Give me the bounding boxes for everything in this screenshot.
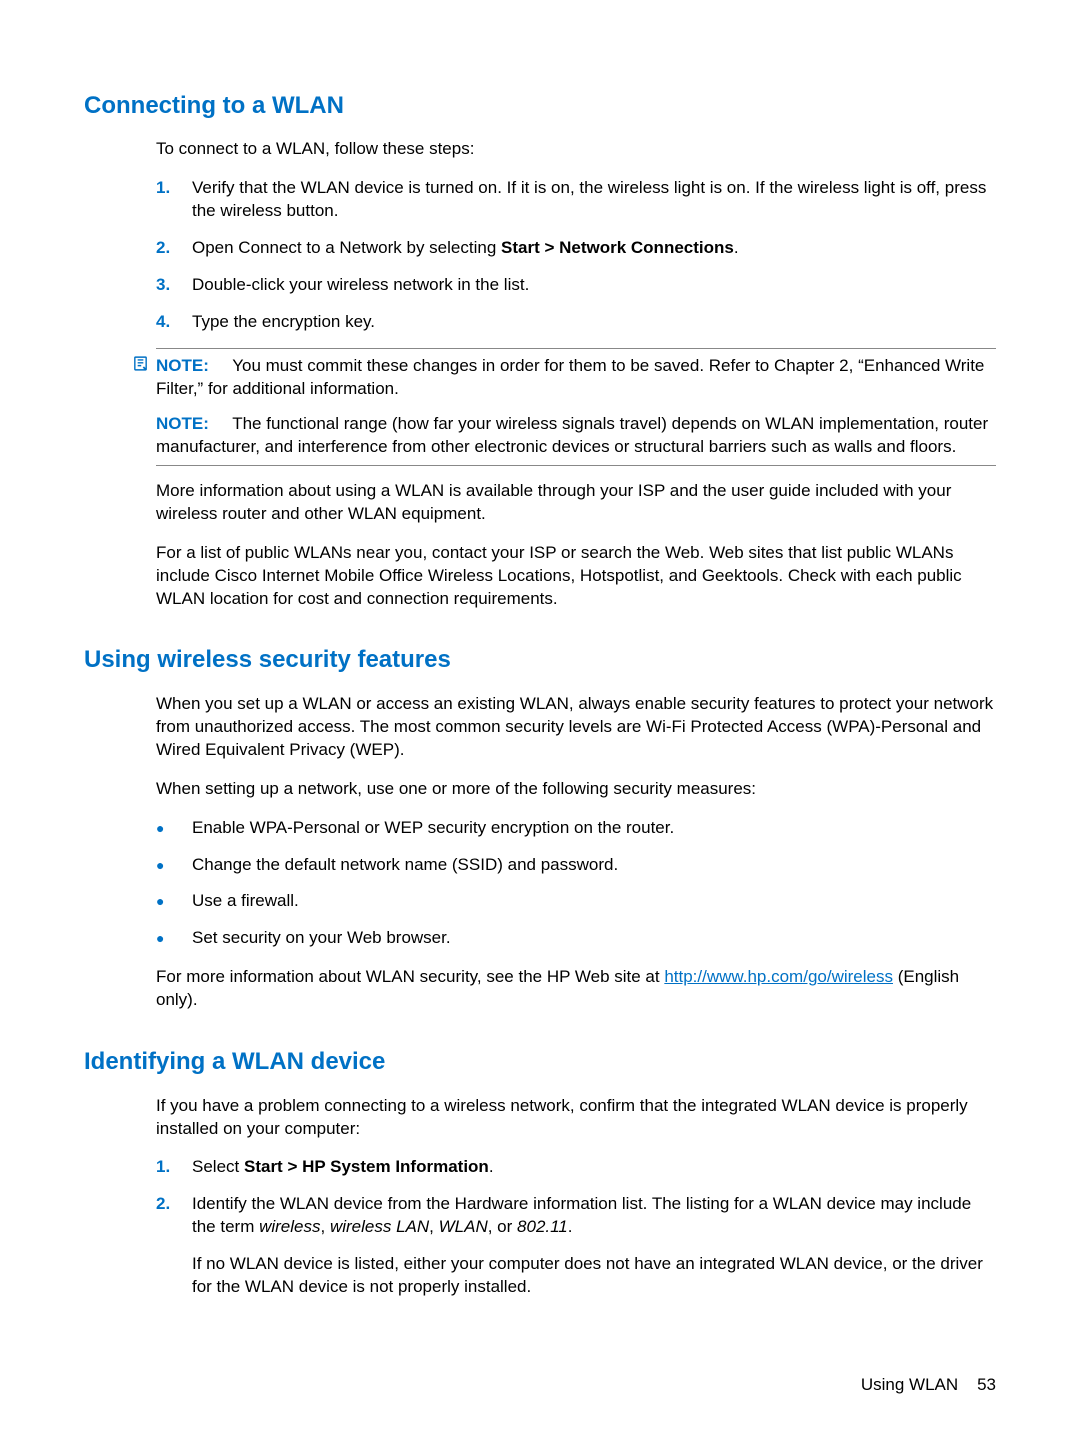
note-label: NOTE: bbox=[156, 414, 209, 433]
heading-identifying: Identifying a WLAN device bbox=[84, 1046, 996, 1078]
italic-text: wireless LAN bbox=[330, 1217, 429, 1236]
paragraph: When setting up a network, use one or mo… bbox=[156, 778, 996, 801]
intro-text: To connect to a WLAN, follow these steps… bbox=[156, 138, 996, 161]
text: . bbox=[489, 1157, 494, 1176]
bullet-text: Use a firewall. bbox=[192, 890, 996, 913]
paragraph: If no WLAN device is listed, either your… bbox=[192, 1253, 996, 1299]
note-icon bbox=[132, 355, 156, 401]
text: . bbox=[568, 1217, 573, 1236]
bold-text: Start > Network Connections bbox=[501, 238, 734, 257]
step-text: Identify the WLAN device from the Hardwa… bbox=[192, 1193, 996, 1299]
document-page: Connecting to a WLAN To connect to a WLA… bbox=[0, 0, 1080, 1437]
step-text: Open Connect to a Network by selecting S… bbox=[192, 237, 996, 260]
text: Select bbox=[192, 1157, 244, 1176]
list-item: ● Enable WPA-Personal or WEP security en… bbox=[156, 817, 996, 840]
heading-connecting: Connecting to a WLAN bbox=[84, 90, 996, 122]
list-item: 1. Verify that the WLAN device is turned… bbox=[156, 177, 996, 223]
steps-list: 1. Select Start > HP System Information.… bbox=[156, 1156, 996, 1299]
text: , or bbox=[488, 1217, 517, 1236]
step-number: 2. bbox=[156, 1193, 192, 1299]
text: , bbox=[429, 1217, 438, 1236]
list-item: ● Change the default network name (SSID)… bbox=[156, 854, 996, 877]
step-text: Type the encryption key. bbox=[192, 311, 996, 334]
note-text: You must commit these changes in order f… bbox=[156, 356, 984, 398]
step-text: Verify that the WLAN device is turned on… bbox=[192, 177, 996, 223]
bullet-text: Set security on your Web browser. bbox=[192, 927, 996, 950]
footer-text: Using WLAN bbox=[861, 1375, 958, 1394]
note-entry: NOTE: You must commit these changes in o… bbox=[156, 355, 996, 401]
section2-body: When you set up a WLAN or access an exis… bbox=[156, 693, 996, 1012]
step-number: 1. bbox=[156, 1156, 192, 1179]
step-number: 1. bbox=[156, 177, 192, 223]
note-entry: NOTE: The functional range (how far your… bbox=[156, 413, 996, 459]
bullet-text: Change the default network name (SSID) a… bbox=[192, 854, 996, 877]
paragraph: For more information about WLAN security… bbox=[156, 966, 996, 1012]
paragraph: When you set up a WLAN or access an exis… bbox=[156, 693, 996, 762]
list-item: 1. Select Start > HP System Information. bbox=[156, 1156, 996, 1179]
list-item: 2. Identify the WLAN device from the Har… bbox=[156, 1193, 996, 1299]
section3-body: If you have a problem connecting to a wi… bbox=[156, 1095, 996, 1300]
paragraph: If you have a problem connecting to a wi… bbox=[156, 1095, 996, 1141]
steps-list: 1. Verify that the WLAN device is turned… bbox=[156, 177, 996, 334]
text: For more information about WLAN security… bbox=[156, 967, 664, 986]
step-number: 2. bbox=[156, 237, 192, 260]
note-label: NOTE: bbox=[156, 356, 209, 375]
list-item: ● Set security on your Web browser. bbox=[156, 927, 996, 950]
step-number: 4. bbox=[156, 311, 192, 334]
note-text: The functional range (how far your wirel… bbox=[156, 414, 988, 456]
paragraph: More information about using a WLAN is a… bbox=[156, 480, 996, 526]
bullet-dot: ● bbox=[156, 927, 192, 950]
italic-text: WLAN bbox=[439, 1217, 488, 1236]
bullet-text: Enable WPA-Personal or WEP security encr… bbox=[192, 817, 996, 840]
list-item: ● Use a firewall. bbox=[156, 890, 996, 913]
italic-text: 802.11 bbox=[517, 1217, 568, 1236]
step-text: Double-click your wireless network in th… bbox=[192, 274, 996, 297]
list-item: 4. Type the encryption key. bbox=[156, 311, 996, 334]
list-item: 2. Open Connect to a Network by selectin… bbox=[156, 237, 996, 260]
hp-wireless-link[interactable]: http://www.hp.com/go/wireless bbox=[664, 967, 893, 986]
bullet-dot: ● bbox=[156, 854, 192, 877]
text: . bbox=[734, 238, 739, 257]
bold-text: Start > HP System Information bbox=[244, 1157, 489, 1176]
page-footer: Using WLAN 53 bbox=[861, 1374, 996, 1397]
page-number: 53 bbox=[977, 1375, 996, 1394]
bullet-list: ● Enable WPA-Personal or WEP security en… bbox=[156, 817, 996, 951]
text: Open Connect to a Network by selecting bbox=[192, 238, 501, 257]
text: , bbox=[321, 1217, 330, 1236]
note-box: NOTE: You must commit these changes in o… bbox=[156, 348, 996, 466]
step-text: Select Start > HP System Information. bbox=[192, 1156, 996, 1179]
bullet-dot: ● bbox=[156, 890, 192, 913]
list-item: 3. Double-click your wireless network in… bbox=[156, 274, 996, 297]
section1-body: To connect to a WLAN, follow these steps… bbox=[156, 138, 996, 610]
italic-text: wireless bbox=[259, 1217, 320, 1236]
bullet-dot: ● bbox=[156, 817, 192, 840]
paragraph: For a list of public WLANs near you, con… bbox=[156, 542, 996, 611]
step-number: 3. bbox=[156, 274, 192, 297]
heading-security: Using wireless security features bbox=[84, 644, 996, 676]
